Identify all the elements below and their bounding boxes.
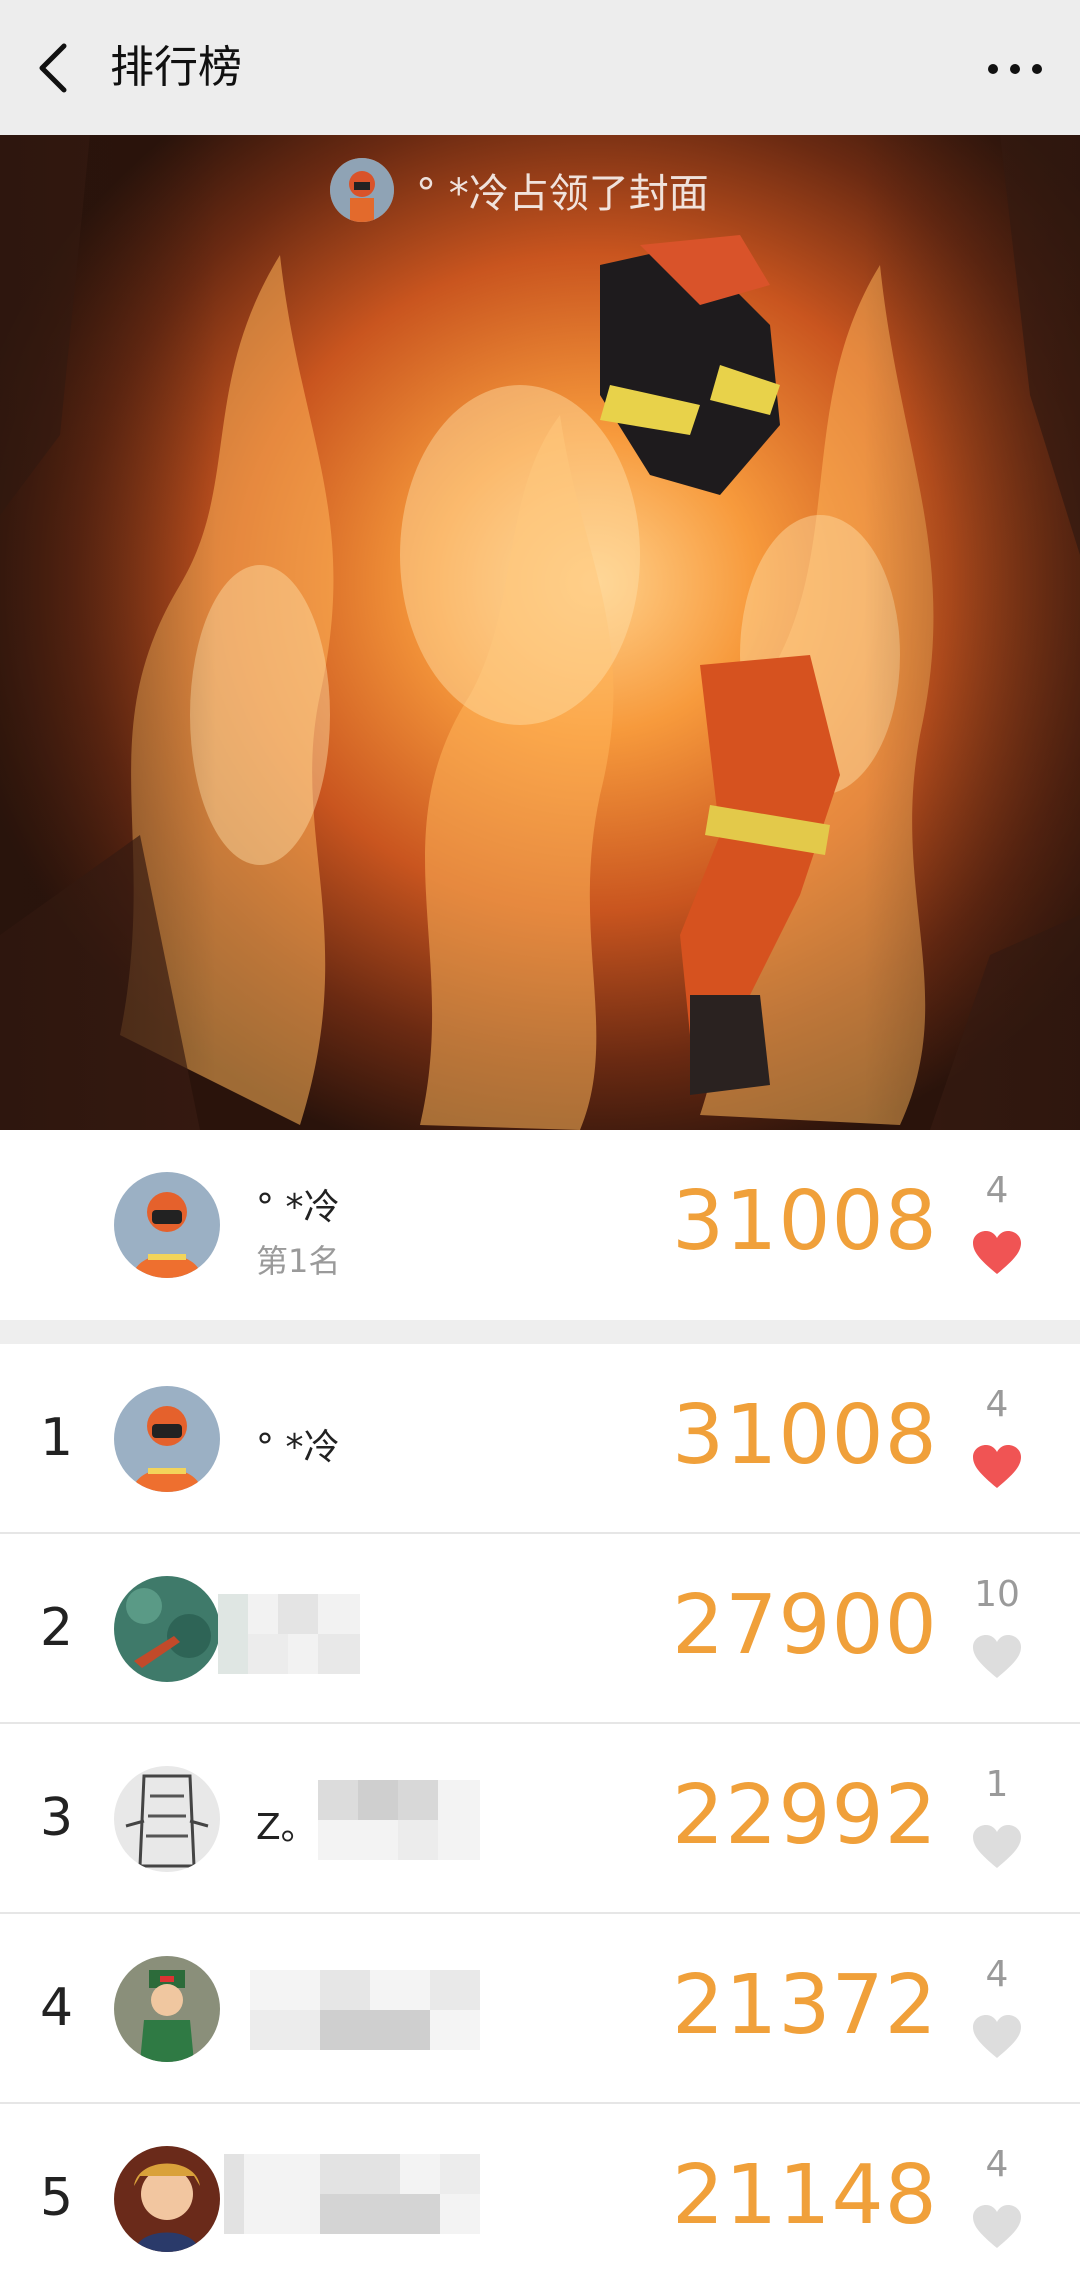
avatar[interactable] — [114, 1956, 220, 2062]
fire-photo — [0, 135, 1080, 1130]
rank-label: 第1名 — [256, 1242, 341, 1280]
rank-number: 1 — [40, 1408, 74, 1468]
blurred-name — [218, 1594, 360, 1674]
ranking-row-4[interactable]: 4 21372 4 — [0, 1914, 1080, 2104]
like-count: 4 — [985, 1384, 1009, 1425]
like-count: 1 — [985, 1764, 1009, 1805]
heart-icon[interactable] — [972, 2014, 1022, 2060]
like-count: 4 — [985, 1170, 1009, 1211]
user-name: ° *冷 — [256, 1427, 340, 1468]
ranking-row-3[interactable]: 3 Z。 22992 1 — [0, 1724, 1080, 1914]
score: 27900 — [672, 1578, 938, 1673]
rank-number: 2 — [40, 1598, 74, 1658]
avatar[interactable] — [114, 1172, 220, 1278]
rank-number: 4 — [40, 1978, 74, 2038]
heart-icon[interactable] — [972, 1230, 1022, 1276]
chevron-left-icon — [39, 43, 67, 93]
page-title: 排行榜 — [110, 42, 242, 93]
blurred-name — [250, 1970, 480, 2050]
score: 21148 — [672, 2148, 938, 2243]
section-divider — [0, 1320, 1080, 1344]
rank-number: 3 — [40, 1788, 74, 1848]
my-ranking-row[interactable]: ° *冷 第1名 31008 4 — [0, 1130, 1080, 1320]
heart-icon[interactable] — [972, 1444, 1022, 1490]
more-button[interactable] — [980, 44, 1050, 94]
cover-owner-text: ° *冷占领了封面 — [416, 171, 709, 217]
avatar[interactable] — [114, 1576, 220, 1682]
score: 22992 — [672, 1768, 938, 1863]
blurred-name — [318, 1780, 480, 1860]
avatar[interactable] — [114, 1386, 220, 1492]
like-count: 4 — [985, 2144, 1009, 2185]
heart-icon[interactable] — [972, 1824, 1022, 1870]
like-count: 4 — [985, 1954, 1009, 1995]
user-name: ° *冷 — [256, 1187, 340, 1228]
score: 31008 — [672, 1388, 938, 1483]
rank-number: 5 — [40, 2168, 74, 2228]
like-count: 10 — [974, 1574, 1020, 1615]
cover-owner-banner: ° *冷占领了封面 — [330, 155, 709, 225]
cover-image: ° *冷占领了封面 — [0, 135, 1080, 1130]
score: 31008 — [672, 1174, 938, 1269]
avatar[interactable] — [114, 1766, 220, 1872]
ranking-row-2[interactable]: 2 27900 10 — [0, 1534, 1080, 1724]
more-horizontal-icon — [988, 64, 1042, 74]
blurred-name — [224, 2154, 480, 2234]
ranking-row-1[interactable]: 1 ° *冷 31008 4 — [0, 1344, 1080, 1534]
heart-icon[interactable] — [972, 2204, 1022, 2250]
score: 21372 — [672, 1958, 938, 2053]
ranking-row-5[interactable]: 5 21148 4 — [0, 2104, 1080, 2294]
avatar[interactable] — [330, 158, 394, 222]
user-name: Z。 — [256, 1807, 317, 1848]
heart-icon[interactable] — [972, 1634, 1022, 1680]
avatar[interactable] — [114, 2146, 220, 2252]
top-bar: 排行榜 — [0, 0, 1080, 135]
back-button[interactable] — [28, 36, 88, 100]
